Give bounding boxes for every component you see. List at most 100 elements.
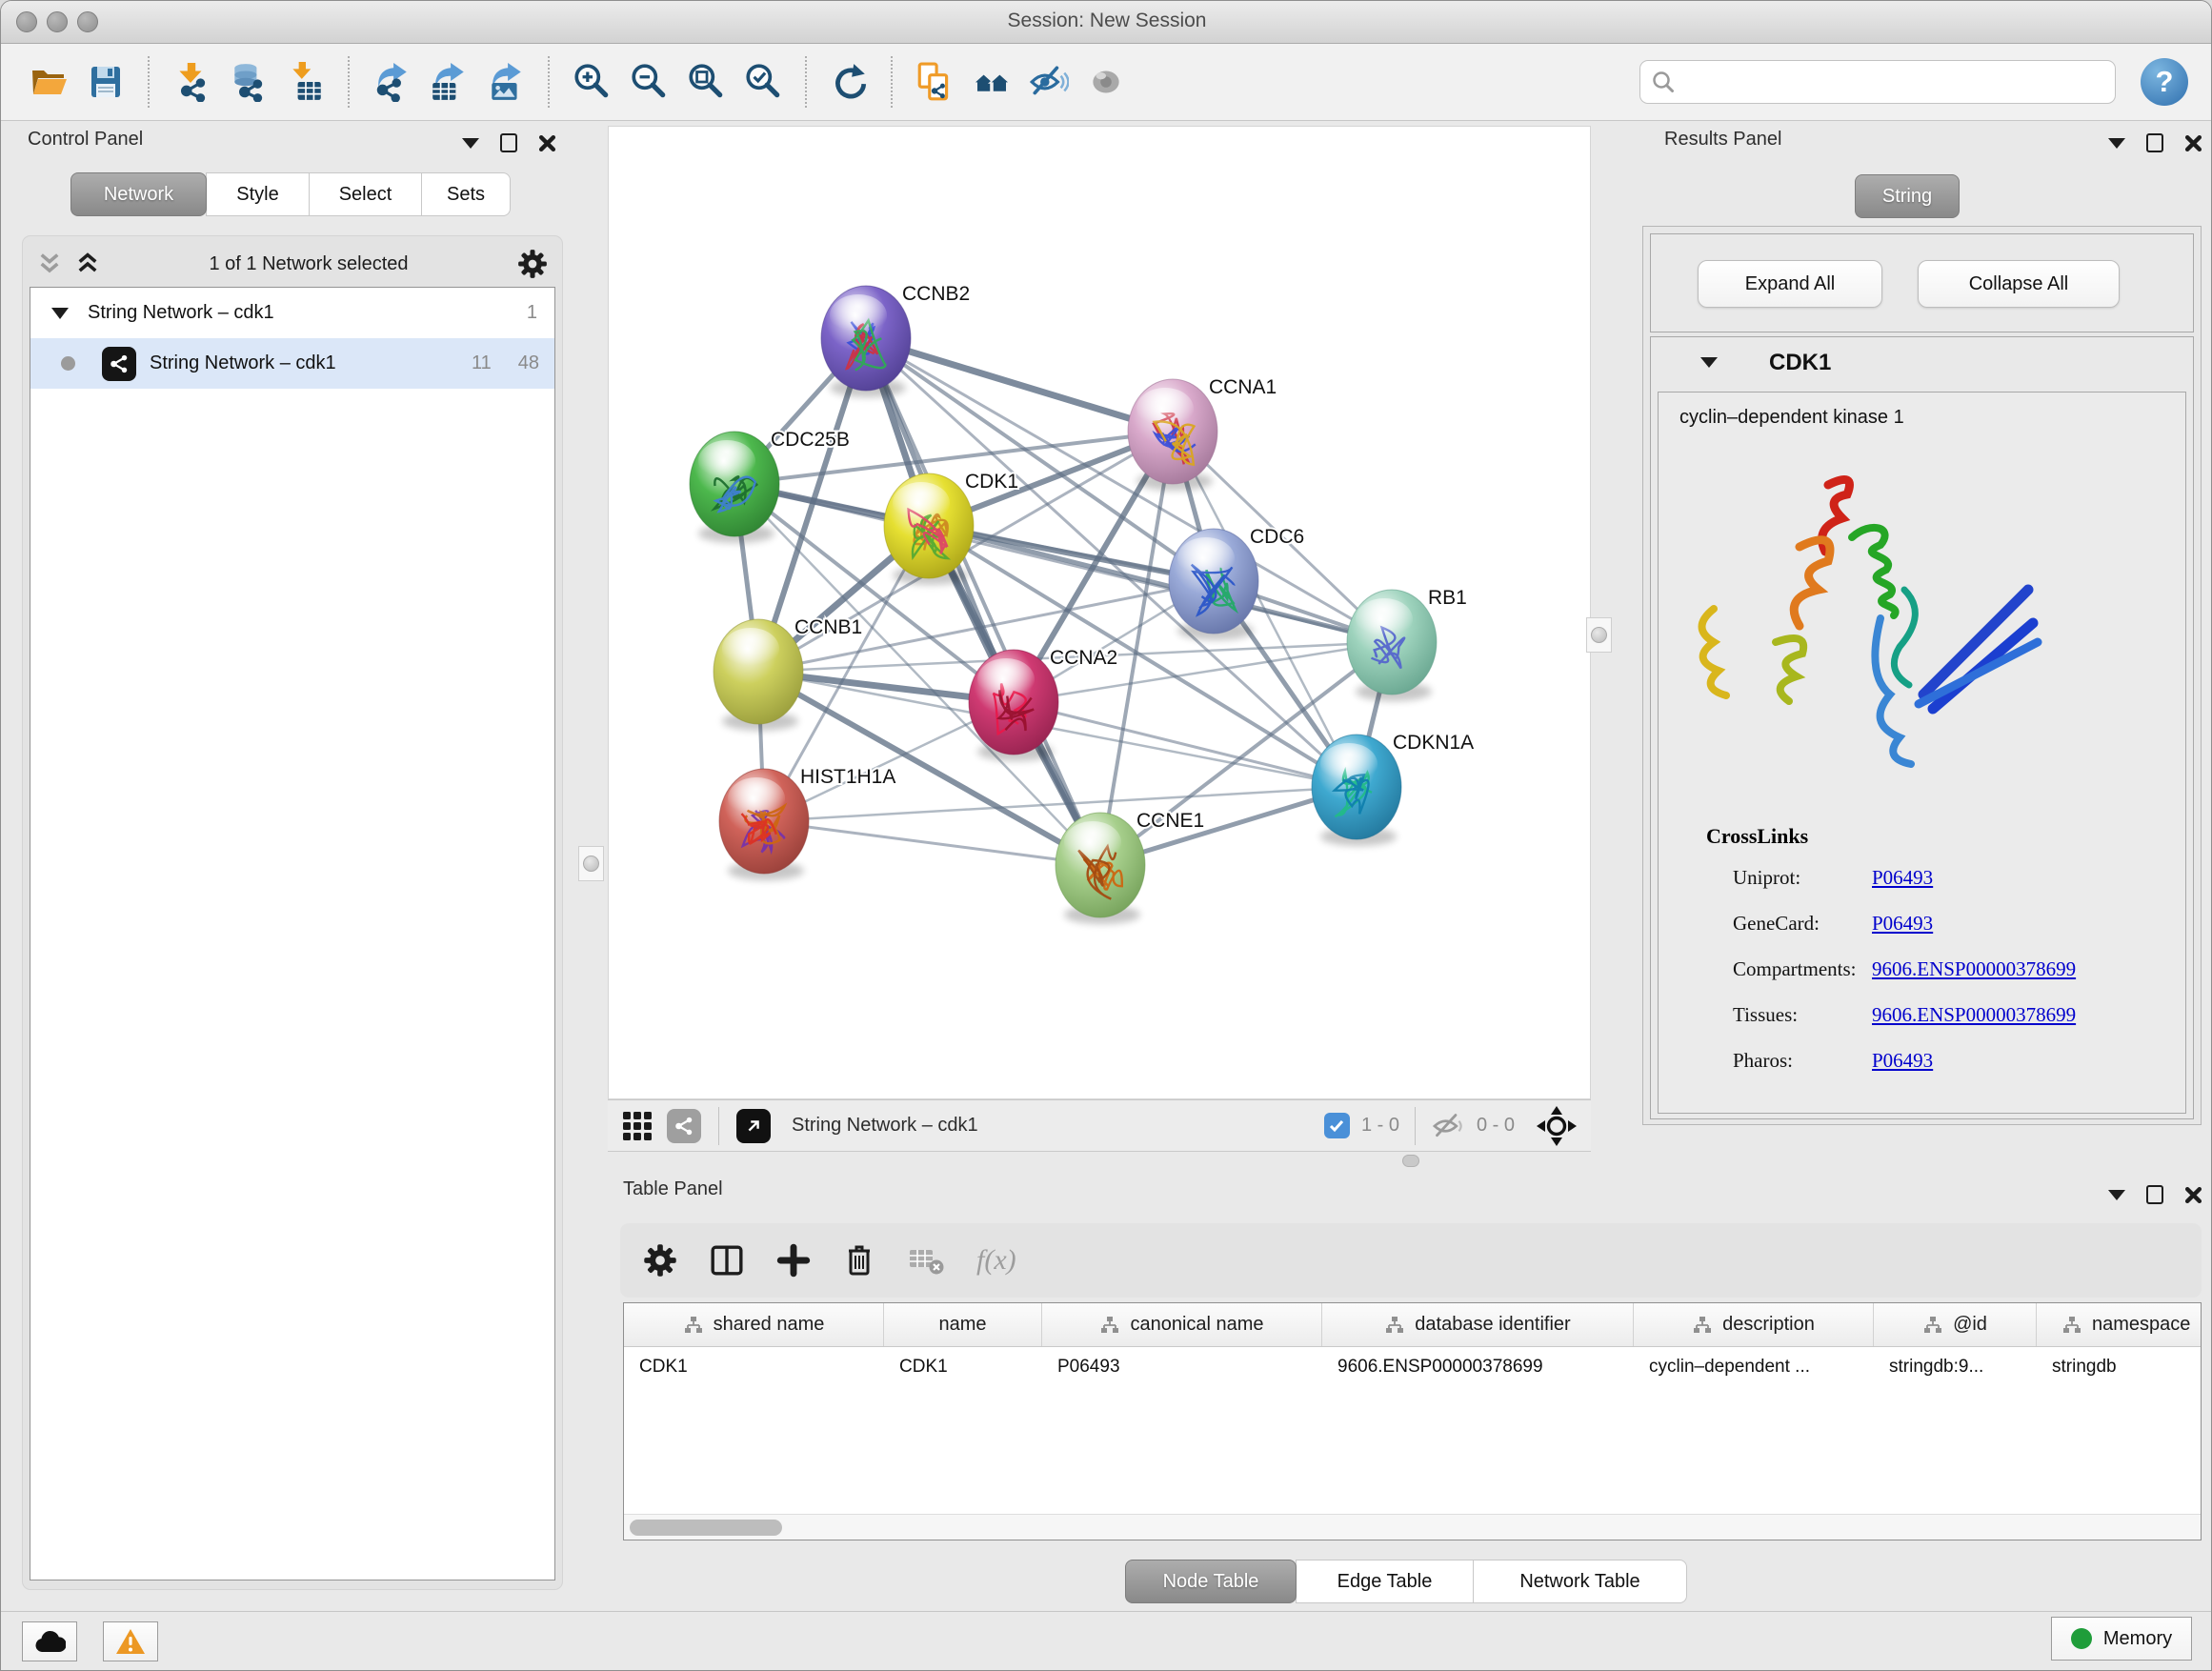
- tab-style[interactable]: Style: [206, 172, 310, 216]
- zoom-fit-icon[interactable]: [684, 55, 728, 109]
- crosslink-label: Compartments:: [1733, 957, 1857, 981]
- network-collection-row[interactable]: String Network – cdk1 1: [30, 288, 554, 338]
- table-panel-window-icons: [2108, 1185, 2202, 1204]
- panel-close-icon[interactable]: [538, 134, 556, 152]
- network-edge-CCNB2-CCNE1[interactable]: [866, 338, 1100, 865]
- node-label-CCNE1: CCNE1: [1136, 810, 1204, 832]
- selected-checkbox-icon[interactable]: [1324, 1113, 1350, 1138]
- open-session-icon[interactable]: [27, 55, 70, 109]
- network-node-RB1[interactable]: [1347, 590, 1437, 701]
- column-header-name[interactable]: name: [884, 1303, 1042, 1346]
- column-header-namespace[interactable]: namespace: [2037, 1303, 2202, 1346]
- table-tabs: Node Table Edge Table Network Table: [1126, 1560, 1687, 1607]
- network-edge-HIST1H1A-CCNE1[interactable]: [764, 821, 1100, 865]
- network-node-CCNA1[interactable]: [1128, 379, 1217, 491]
- node-table[interactable]: shared name name canonical name database…: [623, 1302, 2202, 1540]
- network-node-HIST1H1A[interactable]: [719, 769, 809, 880]
- search-input[interactable]: [1639, 60, 2116, 104]
- toolbar-separator: [891, 56, 893, 108]
- show-columns-icon[interactable]: [710, 1243, 744, 1278]
- help-button[interactable]: ?: [2141, 58, 2188, 106]
- panel-menu-icon[interactable]: [462, 138, 479, 149]
- tab-node-table[interactable]: Node Table: [1125, 1560, 1297, 1603]
- collapse-all-icon[interactable]: [37, 252, 62, 276]
- panel-close-icon[interactable]: [2184, 1186, 2202, 1204]
- panel-float-icon[interactable]: [500, 133, 517, 152]
- column-header-canonical-name[interactable]: canonical name: [1042, 1303, 1322, 1346]
- warnings-button[interactable]: [103, 1621, 158, 1661]
- panel-menu-icon[interactable]: [2108, 1190, 2125, 1200]
- network-row-selected[interactable]: String Network – cdk1 11 48: [30, 338, 554, 389]
- scrollbar-thumb[interactable]: [630, 1520, 782, 1536]
- save-session-icon[interactable]: [84, 55, 128, 109]
- tree-expander-icon[interactable]: [51, 308, 69, 319]
- shared-column-icon: [1384, 1316, 1405, 1335]
- network-node-CCNE1[interactable]: [1056, 813, 1145, 924]
- cell-id: stringdb:9...: [1874, 1347, 2037, 1389]
- export-network-icon[interactable]: [370, 55, 413, 109]
- memory-button[interactable]: Memory: [2051, 1617, 2192, 1661]
- gear-icon[interactable]: [517, 249, 548, 279]
- birds-eye-icon[interactable]: [1536, 1105, 1578, 1147]
- collapse-all-button[interactable]: Collapse All: [1918, 260, 2120, 308]
- panel-close-icon[interactable]: [2184, 134, 2202, 152]
- table-gear-icon[interactable]: [643, 1243, 677, 1278]
- panel-menu-icon[interactable]: [2108, 138, 2125, 149]
- show-hidden-icon[interactable]: [1084, 55, 1128, 109]
- horizontal-splitter-handle[interactable]: [1402, 1155, 1419, 1167]
- table-horizontal-scrollbar[interactable]: [624, 1514, 2201, 1540]
- tab-network-table[interactable]: Network Table: [1473, 1560, 1687, 1603]
- crosslink-link-uniprot[interactable]: P06493: [1872, 866, 1933, 890]
- column-header-shared-name[interactable]: shared name: [624, 1303, 884, 1346]
- expand-all-button[interactable]: Expand All: [1698, 260, 1882, 308]
- column-header-id[interactable]: @id: [1874, 1303, 2037, 1346]
- delete-column-icon[interactable]: [843, 1243, 875, 1278]
- network-view-icon[interactable]: [667, 1109, 701, 1143]
- hidden-count: 0 - 0: [1477, 1115, 1515, 1137]
- crosslink-label: GeneCard:: [1733, 912, 1820, 936]
- network-node-CCNB1[interactable]: [714, 619, 803, 731]
- export-table-icon[interactable]: [427, 55, 471, 109]
- zoom-out-icon[interactable]: [627, 55, 671, 109]
- table-row[interactable]: CDK1 CDK1 P06493 9606.ENSP00000378699 cy…: [624, 1347, 2201, 1389]
- crosslink-link-genecard[interactable]: P06493: [1872, 912, 1933, 936]
- refresh-icon[interactable]: [827, 55, 871, 109]
- add-column-icon[interactable]: [776, 1243, 811, 1278]
- network-list-panel: 1 of 1 Network selected String Network –…: [22, 235, 563, 1590]
- grid-view-icon[interactable]: [621, 1110, 654, 1142]
- tab-string[interactable]: String: [1855, 174, 1960, 218]
- tab-network[interactable]: Network: [70, 172, 207, 216]
- network-node-CDKN1A[interactable]: [1312, 735, 1401, 846]
- expand-all-icon[interactable]: [75, 252, 100, 276]
- zoom-selected-icon[interactable]: [741, 55, 785, 109]
- hidden-eye-icon: [1431, 1112, 1465, 1140]
- column-header-description[interactable]: description: [1634, 1303, 1874, 1346]
- network-edge-CCNB2-CCNA1[interactable]: [866, 338, 1173, 432]
- panel-float-icon[interactable]: [2146, 133, 2163, 152]
- hide-selected-icon[interactable]: [1027, 55, 1071, 109]
- crosslink-link-compartments[interactable]: 9606.ENSP00000378699: [1872, 957, 2076, 981]
- tab-select[interactable]: Select: [309, 172, 422, 216]
- detach-view-icon[interactable]: [736, 1109, 771, 1143]
- copy-style-icon[interactable]: [913, 55, 956, 109]
- network-node-CCNB2[interactable]: [821, 286, 911, 397]
- panel-float-icon[interactable]: [2146, 1185, 2163, 1204]
- cloud-button[interactable]: [22, 1621, 77, 1661]
- right-splitter-handle[interactable]: [1586, 617, 1612, 653]
- network-node-CDC25B[interactable]: [690, 432, 779, 543]
- crosslink-link-tissues[interactable]: 9606.ENSP00000378699: [1872, 1003, 2076, 1027]
- import-table-icon[interactable]: [284, 55, 328, 109]
- show-all-icon[interactable]: [970, 55, 1014, 109]
- table-header-row: shared name name canonical name database…: [624, 1303, 2201, 1347]
- left-splitter-handle[interactable]: [578, 846, 604, 881]
- import-network-icon[interactable]: [170, 55, 213, 109]
- gene-section-expander-icon[interactable]: [1700, 357, 1718, 368]
- export-image-icon[interactable]: [484, 55, 528, 109]
- column-header-database-identifier[interactable]: database identifier: [1322, 1303, 1634, 1346]
- crosslink-link-pharos[interactable]: P06493: [1872, 1049, 1933, 1073]
- zoom-in-icon[interactable]: [570, 55, 613, 109]
- import-database-icon[interactable]: [227, 55, 271, 109]
- network-canvas[interactable]: CCNB2CCNA1CDC25BCDK1CDC6RB1CCNB1CCNA2CDK…: [608, 126, 1591, 1099]
- tab-sets[interactable]: Sets: [421, 172, 511, 216]
- tab-edge-table[interactable]: Edge Table: [1296, 1560, 1474, 1603]
